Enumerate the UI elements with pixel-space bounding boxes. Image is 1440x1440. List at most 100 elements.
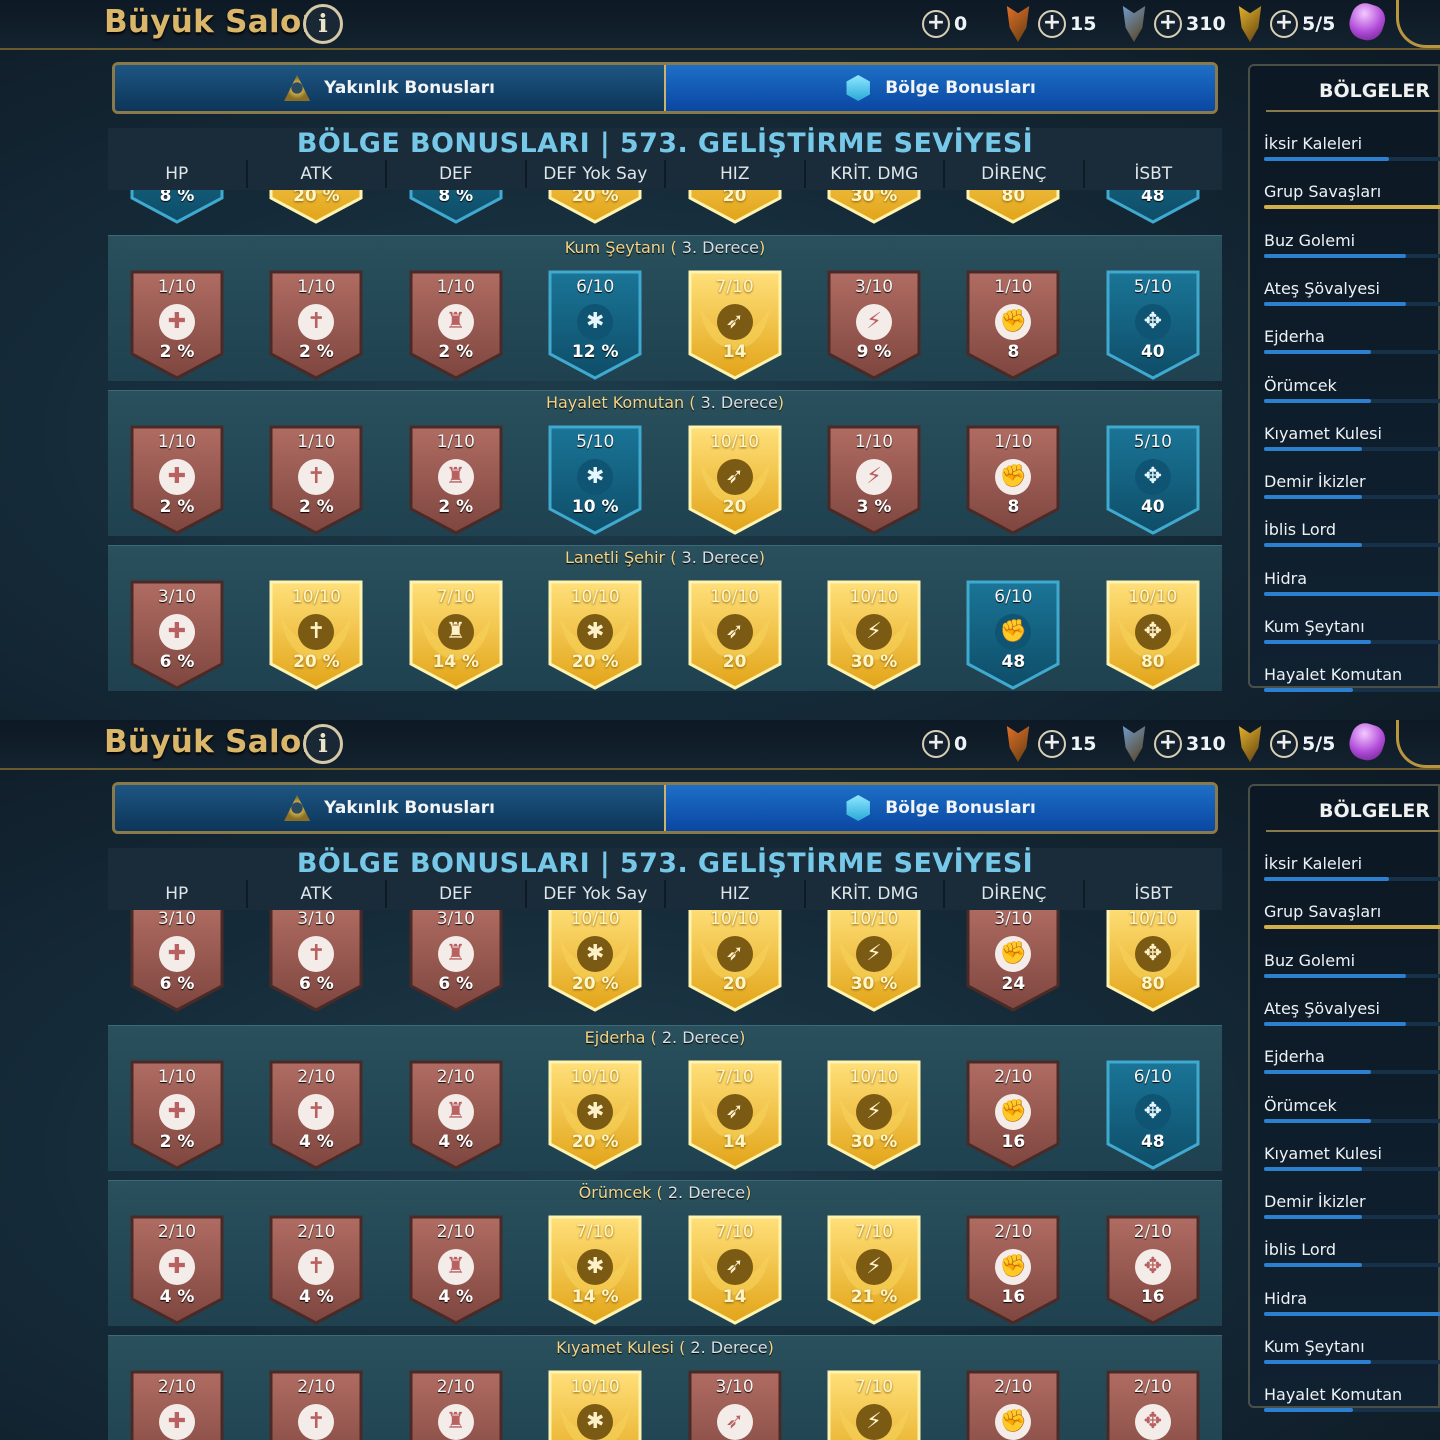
bonus-shield[interactable]: 2/10 ✊ 16 (964, 1213, 1062, 1325)
sidebar-item[interactable]: Demir İkizler (1264, 464, 1440, 512)
bonus-shield[interactable]: 2/10 ♜ (407, 1368, 505, 1440)
sidebar-item[interactable]: Kıyamet Kulesi (1264, 1136, 1440, 1184)
bonus-shield[interactable]: 7/10 ➶ 14 (686, 1058, 784, 1170)
bonus-shield[interactable]: 3/10 ✚ 6 % (128, 578, 226, 690)
bonus-shield[interactable]: 3/10 ⚡ 9 % (825, 268, 923, 380)
sidebar-item[interactable]: Buz Golemi (1264, 223, 1440, 271)
bonus-shield[interactable]: 1/10 ♜ 2 % (407, 423, 505, 535)
bonus-shield[interactable]: 7/10 ⚡ (825, 1368, 923, 1440)
bonus-shield[interactable]: 10/10 ✥ 80 (1104, 578, 1202, 690)
plus-icon[interactable]: + (1038, 730, 1066, 758)
tab-affinity-bonuses[interactable]: Yakınlık Bonusları (115, 65, 666, 111)
sidebar-item[interactable]: Örümcek (1264, 368, 1440, 416)
bonus-shield[interactable]: 6/10 ✱ 12 % (546, 268, 644, 380)
info-button[interactable]: i (303, 4, 343, 44)
bonus-shield[interactable]: 7/10 ⚡ 21 % (825, 1213, 923, 1325)
resource-counter[interactable]: +0 (922, 10, 967, 38)
sidebar-item[interactable]: Örümcek (1264, 1088, 1440, 1136)
bonus-shield[interactable]: 1/10 ✊ 8 (964, 268, 1062, 380)
bonus-shield[interactable]: 10/10 ✱ 20 % (546, 910, 644, 1012)
bonus-shield[interactable]: 3/10 ✚ 6 % (128, 910, 226, 1012)
sidebar-item[interactable]: Ejderha (1264, 1039, 1440, 1087)
bonus-shield[interactable]: 2/10 ♜ 4 % (407, 1213, 505, 1325)
sidebar-item[interactable]: İblis Lord (1264, 512, 1440, 560)
bonus-shield[interactable]: ✚8 % (128, 190, 226, 224)
bonus-shield[interactable]: 10/10 ✱ 20 % (546, 578, 644, 690)
plus-icon[interactable]: + (1154, 730, 1182, 758)
bonus-shield[interactable]: 7/10 ➶ 14 (686, 1213, 784, 1325)
bonus-shield[interactable]: 2/10 ✥ (1104, 1368, 1202, 1440)
bonus-shield[interactable]: ✥48 (1104, 190, 1202, 224)
bonus-shield[interactable]: ✱20 % (546, 190, 644, 224)
bonus-shield[interactable]: 2/10 ✥ 16 (1104, 1213, 1202, 1325)
bonus-shield[interactable]: 2/10 ✝ 4 % (267, 1213, 365, 1325)
bonus-shield[interactable]: 10/10 ➶ 20 (686, 423, 784, 535)
bonus-shield[interactable]: ⚡30 % (825, 190, 923, 224)
bonus-shield[interactable]: 10/10 ⚡ 30 % (825, 578, 923, 690)
bonus-shield[interactable]: 10/10 ✥ 80 (1104, 910, 1202, 1012)
sidebar-item[interactable]: Kum Şeytanı (1264, 1329, 1440, 1377)
resource-counter[interactable]: +15 (1038, 730, 1096, 758)
bonus-shield[interactable]: 1/10 ♜ 2 % (407, 268, 505, 380)
sidebar-item[interactable]: Grup Savaşları (1264, 894, 1440, 942)
tab-region-bonuses[interactable]: Bölge Bonusları (666, 785, 1215, 831)
bonus-shield[interactable]: 5/10 ✥ 40 (1104, 268, 1202, 380)
bonus-shield[interactable]: 10/10 ⚡ 30 % (825, 910, 923, 1012)
bonus-shield[interactable]: 3/10 ✊ 24 (964, 910, 1062, 1012)
bonus-shield[interactable]: 2/10 ✚ (128, 1368, 226, 1440)
bonus-shield[interactable]: 2/10 ✝ (267, 1368, 365, 1440)
bonus-shield[interactable]: 3/10 ➶ (686, 1368, 784, 1440)
bonus-shield[interactable]: 3/10 ✝ 6 % (267, 910, 365, 1012)
plus-icon[interactable]: + (922, 730, 950, 758)
bonus-shield[interactable]: 1/10 ✊ 8 (964, 423, 1062, 535)
bonus-shield[interactable]: ➶20 (686, 190, 784, 224)
sidebar-item[interactable]: Ejderha (1264, 319, 1440, 367)
info-button[interactable]: i (303, 724, 343, 764)
sidebar-item[interactable]: Ateş Şövalyesi (1264, 991, 1440, 1039)
sidebar-item[interactable]: Kum Şeytanı (1264, 609, 1440, 657)
bonus-shield[interactable]: 2/10 ✝ 4 % (267, 1058, 365, 1170)
sidebar-item[interactable]: İksir Kaleleri (1264, 126, 1440, 174)
bonus-shield[interactable]: 2/10 ✚ 4 % (128, 1213, 226, 1325)
bonus-shield[interactable]: 2/10 ✊ 16 (964, 1058, 1062, 1170)
sidebar-item[interactable]: İblis Lord (1264, 1232, 1440, 1280)
sidebar-item[interactable]: İksir Kaleleri (1264, 846, 1440, 894)
resource-counter[interactable]: +0 (922, 730, 967, 758)
bonus-shield[interactable]: 2/10 ✊ (964, 1368, 1062, 1440)
plus-icon[interactable]: + (1154, 10, 1182, 38)
plus-icon[interactable]: + (922, 10, 950, 38)
bonus-shield[interactable]: 10/10 ✝ 20 % (267, 578, 365, 690)
bonus-shield[interactable]: ✊80 (964, 190, 1062, 224)
bonus-shield[interactable]: 1/10 ✚ 2 % (128, 268, 226, 380)
sidebar-item[interactable]: Buz Golemi (1264, 943, 1440, 991)
bonus-shield[interactable]: 5/10 ✥ 40 (1104, 423, 1202, 535)
bonus-shield[interactable]: ✝20 % (267, 190, 365, 224)
sidebar-item[interactable]: Hayalet Komutan (1264, 657, 1440, 705)
plus-icon[interactable]: + (1270, 730, 1298, 758)
bonus-shield[interactable]: 10/10 ➶ 20 (686, 578, 784, 690)
bonus-shield[interactable]: 6/10 ✥ 48 (1104, 1058, 1202, 1170)
bonus-shield[interactable]: 7/10 ➶ 14 (686, 268, 784, 380)
sidebar-item[interactable]: Hidra (1264, 1281, 1440, 1329)
bonus-shield[interactable]: 5/10 ✱ 10 % (546, 423, 644, 535)
bonus-shield[interactable]: 7/10 ✱ 14 % (546, 1213, 644, 1325)
bonus-shield[interactable]: 1/10 ✚ 2 % (128, 423, 226, 535)
sidebar-item[interactable]: Hidra (1264, 561, 1440, 609)
bonus-shield[interactable]: 10/10 ✱ 20 % (546, 1058, 644, 1170)
bonus-shield[interactable]: 1/10 ✚ 2 % (128, 1058, 226, 1170)
bonus-shield[interactable]: 2/10 ♜ 4 % (407, 1058, 505, 1170)
sidebar-item[interactable]: Kıyamet Kulesi (1264, 416, 1440, 464)
bonus-shield[interactable]: 10/10 ✱ (546, 1368, 644, 1440)
bonus-shield[interactable]: 3/10 ♜ 6 % (407, 910, 505, 1012)
plus-icon[interactable]: + (1270, 10, 1298, 38)
bonus-shield[interactable]: 10/10 ⚡ 30 % (825, 1058, 923, 1170)
bonus-shield[interactable]: 1/10 ⚡ 3 % (825, 423, 923, 535)
sidebar-item[interactable]: Demir İkizler (1264, 1184, 1440, 1232)
bonus-shield[interactable]: 7/10 ♜ 14 % (407, 578, 505, 690)
sidebar-item[interactable]: Ateş Şövalyesi (1264, 271, 1440, 319)
bonus-shield[interactable]: 1/10 ✝ 2 % (267, 423, 365, 535)
bonus-shield[interactable]: 1/10 ✝ 2 % (267, 268, 365, 380)
resource-counter[interactable]: +310 (1154, 10, 1226, 38)
plus-icon[interactable]: + (1038, 10, 1066, 38)
tab-region-bonuses[interactable]: Bölge Bonusları (666, 65, 1215, 111)
